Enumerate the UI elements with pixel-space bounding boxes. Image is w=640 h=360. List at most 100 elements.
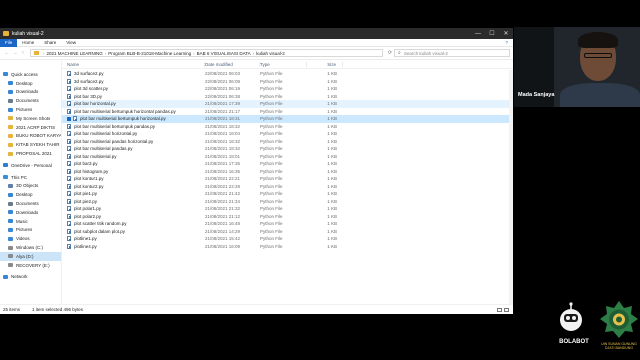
nav-item[interactable]: 3D Objects <box>0 182 61 191</box>
file-row[interactable]: 3d surface2.py 22/08/2021 06:03 Python Fil… <box>62 70 513 78</box>
nav-item[interactable]: Desktop <box>0 190 61 199</box>
folder-icon <box>8 151 13 156</box>
help-icon[interactable]: ? <box>500 39 513 47</box>
folder-icon <box>8 89 13 94</box>
nav-item[interactable]: Documents <box>0 199 61 208</box>
large-icons-view-icon[interactable] <box>504 307 509 312</box>
file-name: plot kontur2.py <box>74 183 104 189</box>
folder-icon <box>8 125 13 130</box>
nav-item[interactable]: Alya (D:) <box>0 251 61 261</box>
nav-item[interactable]: RECOVERY (E:) <box>0 261 61 270</box>
column-name-header[interactable]: Name <box>62 61 205 67</box>
file-row[interactable]: plot histogram.py 21/08/2021 16:36 Python … <box>62 168 513 176</box>
file-size: 1 KB <box>327 101 337 107</box>
file-row[interactable]: plot polar2.py 21/08/2021 21:12 Python Fil… <box>62 213 513 221</box>
file-row[interactable]: 3d surface2.py 22/08/2021 06:09 Python Fil… <box>62 78 513 86</box>
search-input[interactable]: ⌕ Search kuliah visual-2 <box>394 49 510 57</box>
python-file-icon <box>73 116 77 122</box>
file-name: plot bar multiserial pandas horizontal.p… <box>74 138 154 144</box>
checkbox-icon[interactable] <box>67 116 71 121</box>
file-row[interactable]: plot pie2.py 21/08/2021 21:34 Python File 1… <box>62 198 513 206</box>
nav-item[interactable]: PROPOSAL 2021 <box>0 149 61 158</box>
title-bar: kuliah visual-2 — ☐ ✕ <box>0 28 513 39</box>
nav-item[interactable]: Videos <box>0 234 61 243</box>
file-row[interactable]: plot polar1.py 21/08/2021 21:32 Python Fil… <box>62 205 513 213</box>
nav-item[interactable]: Documents <box>0 96 61 105</box>
nav-item[interactable]: 2021 ACRP DIKTIS <box>0 123 61 132</box>
tab-share[interactable]: Share <box>39 39 61 47</box>
file-row[interactable]: plot bar3.py 21/08/2021 17:35 Python File 1… <box>62 160 513 168</box>
file-row[interactable]: plot bar multiserial pandas.py 21/08/2021… <box>62 145 513 153</box>
file-type: Python File <box>260 71 283 77</box>
nav-item[interactable]: Pictures <box>0 105 61 114</box>
file-row[interactable]: plot bar multiserial bertumpuk pandas.py… <box>62 123 513 131</box>
file-row[interactable]: plot bar horizontal.py 21/08/2021 17:39 Py… <box>62 100 513 108</box>
folder-icon <box>8 245 13 250</box>
maximize-button[interactable]: ☐ <box>485 30 499 37</box>
minimize-button[interactable]: — <box>471 31 485 37</box>
file-size: 1 KB <box>327 138 337 144</box>
nav-item[interactable]: Windows (C:) <box>0 243 61 252</box>
file-date: 21/08/2021 18:04 <box>205 131 241 137</box>
breadcrumb-item[interactable]: Program BLB-B-21018-Machine Learning <box>108 51 191 56</box>
nav-item[interactable]: BUKU ROBOT KARYA <box>0 132 61 141</box>
file-name: 3d surface2.py <box>74 78 104 84</box>
file-row[interactable]: plot bar multiserial bertumpuk horizonta… <box>62 115 513 123</box>
robot-logo-icon <box>560 302 582 331</box>
file-size: 1 KB <box>327 221 337 227</box>
file-row[interactable]: plot kontur1.py 21/08/2021 22:21 Python Fi… <box>62 175 513 183</box>
file-row[interactable]: plot subplot dalam plot.py 21/08/2021 14:… <box>62 228 513 236</box>
file-row[interactable]: plot bar multiserial.py 21/08/2021 18:01 P… <box>62 153 513 161</box>
file-row[interactable]: plot scatter titik random.py 21/08/2021 1… <box>62 220 513 228</box>
file-row[interactable]: plotline1.py 21/08/2021 15:42 Python File 1… <box>62 235 513 243</box>
breadcrumb-item[interactable]: kuliah visual-2 <box>256 51 285 56</box>
close-button[interactable]: ✕ <box>499 30 513 37</box>
nav-network[interactable]: Network <box>0 273 61 282</box>
nav-item[interactable]: Music <box>0 217 61 226</box>
tab-home[interactable]: Home <box>17 39 39 47</box>
computer-icon <box>3 175 8 180</box>
tab-file[interactable]: File <box>0 38 18 47</box>
file-date: 21/08/2021 18:32 <box>205 138 241 144</box>
refresh-icon[interactable]: ⟳ <box>386 50 394 56</box>
file-row[interactable]: plot bar multiserial horizontal.py 21/08/… <box>62 130 513 138</box>
breadcrumb-item[interactable]: 2021 MACHINE LEARNING <box>47 51 103 56</box>
details-view-icon[interactable] <box>497 307 502 312</box>
nav-quick-access[interactable]: Quick access <box>0 70 61 79</box>
up-arrow-icon[interactable]: ↑ <box>19 50 27 56</box>
nav-item[interactable]: Pictures <box>0 226 61 235</box>
nav-item[interactable]: KITAB SYEKH TAHIR <box>0 140 61 149</box>
file-row[interactable]: plot 3d scatter.py 22/08/2021 06:19 Python… <box>62 85 513 93</box>
tab-view[interactable]: View <box>61 39 81 47</box>
folder-icon <box>8 142 13 147</box>
file-row[interactable]: plot bar 3D.py 22/08/2021 06:38 Python Fil… <box>62 93 513 101</box>
address-bar[interactable]: › 2021 MACHINE LEARNING › Program BLB-B-… <box>30 49 383 57</box>
column-type-header[interactable]: Type <box>260 61 307 67</box>
file-type: Python File <box>260 206 283 212</box>
forward-arrow-icon[interactable]: → <box>11 50 19 56</box>
nav-item[interactable]: My Screen Shots <box>0 114 61 123</box>
nav-item[interactable]: Desktop <box>0 79 61 88</box>
nav-this-pc[interactable]: This PC <box>0 173 61 182</box>
presenter-body <box>560 83 640 107</box>
file-row[interactable]: plot pie1.py 21/08/2021 21:42 Python File 1… <box>62 190 513 198</box>
file-row[interactable]: plot kontur2.py 21/08/2021 22:28 Python Fi… <box>62 183 513 191</box>
file-date: 22/08/2021 06:09 <box>205 78 241 84</box>
file-type: Python File <box>260 108 283 114</box>
nav-onedrive[interactable]: OneDrive - Personal <box>0 161 61 170</box>
file-name: plot bar multiserial horizontal.py <box>74 131 138 137</box>
vertical-scrollbar[interactable] <box>509 70 513 314</box>
file-row[interactable]: plot bar multiserial bertumpuk horizonta… <box>62 108 513 116</box>
column-size-header[interactable]: Size <box>307 61 343 67</box>
file-row[interactable]: plot bar multiserial pandas horizontal.p… <box>62 138 513 146</box>
folder-icon <box>8 133 13 138</box>
column-date-header[interactable]: Date modified <box>205 61 260 67</box>
file-date: 21/08/2021 17:39 <box>205 101 241 107</box>
back-arrow-icon[interactable]: ← <box>3 50 11 56</box>
file-row[interactable]: plotline4.py 21/08/2021 16:09 Python File 1… <box>62 243 513 251</box>
file-date: 21/08/2021 16:48 <box>205 221 241 227</box>
breadcrumb-item[interactable]: BAB 6 VISUALISASI DATA <box>197 51 251 56</box>
nav-item[interactable]: Downloads <box>0 88 61 97</box>
nav-item[interactable]: Downloads <box>0 208 61 217</box>
file-name: plot bar multiserial bertumpuk horizonta… <box>74 108 176 114</box>
